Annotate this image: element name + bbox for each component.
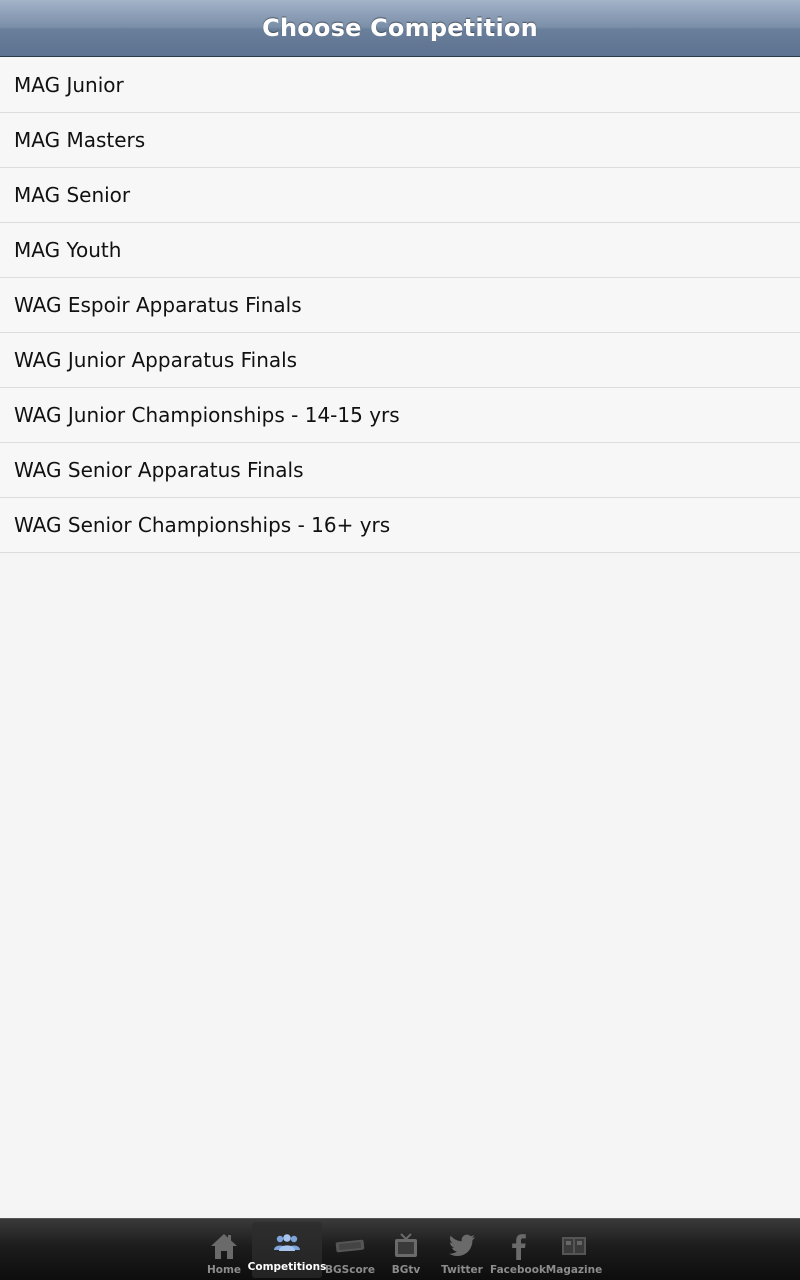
tab-label: Twitter <box>441 1264 483 1276</box>
people-icon <box>270 1228 304 1258</box>
tab-facebook[interactable]: Facebook <box>490 1219 546 1280</box>
scoreboard-icon <box>333 1231 367 1261</box>
tab-magazine[interactable]: Magazine <box>546 1219 602 1280</box>
list-item-mag-senior[interactable]: MAG Senior <box>0 168 800 223</box>
facebook-icon <box>501 1231 535 1261</box>
tab-label: BGtv <box>391 1264 421 1276</box>
tab-home[interactable]: Home <box>196 1219 252 1280</box>
list-item-label: MAG Youth <box>14 238 122 262</box>
tab-label: Facebook <box>490 1264 546 1276</box>
list-item-wag-senior-apparatus-finals[interactable]: WAG Senior Apparatus Finals <box>0 443 800 498</box>
list-item-label: WAG Junior Apparatus Finals <box>14 348 298 372</box>
list-item-mag-masters[interactable]: MAG Masters <box>0 113 800 168</box>
magazine-icon <box>557 1231 591 1261</box>
list-item-label: WAG Senior Championships - 16+ yrs <box>14 513 391 537</box>
tab-competitions[interactable]: Competitions <box>248 1222 326 1278</box>
page-title: Choose Competition <box>262 14 538 42</box>
twitter-bird-icon <box>445 1231 479 1261</box>
list-item-mag-junior[interactable]: MAG Junior <box>0 58 800 113</box>
tab-label: Competitions <box>247 1261 327 1273</box>
list-item-mag-youth[interactable]: MAG Youth <box>0 223 800 278</box>
list-item-label: WAG Espoir Apparatus Finals <box>14 293 302 317</box>
list-item-wag-junior-championships[interactable]: WAG Junior Championships - 14-15 yrs <box>0 388 800 443</box>
tv-icon <box>389 1231 423 1261</box>
navigation-bar: Choose Competition <box>0 0 800 57</box>
tab-twitter[interactable]: Twitter <box>434 1219 490 1280</box>
list-item-label: WAG Senior Apparatus Finals <box>14 458 304 482</box>
tab-bgscore[interactable]: BGScore <box>322 1219 378 1280</box>
tab-bgtv[interactable]: BGtv <box>378 1219 434 1280</box>
list-item-wag-senior-championships[interactable]: WAG Senior Championships - 16+ yrs <box>0 498 800 553</box>
tab-label: Home <box>206 1264 242 1276</box>
list-item-wag-espoir-apparatus-finals[interactable]: WAG Espoir Apparatus Finals <box>0 278 800 333</box>
list-item-label: WAG Junior Championships - 14-15 yrs <box>14 403 400 427</box>
tab-label: BGScore <box>325 1264 375 1276</box>
list-item-label: MAG Masters <box>14 128 146 152</box>
tab-label: Magazine <box>545 1264 603 1276</box>
app-window: Choose Competition MAG Junior MAG Master… <box>0 0 800 1280</box>
list-item-label: MAG Senior <box>14 183 131 207</box>
competition-list: MAG Junior MAG Masters MAG Senior MAG Yo… <box>0 58 800 553</box>
home-icon <box>207 1231 241 1261</box>
list-item-label: MAG Junior <box>14 73 124 97</box>
tab-bar: Home Competitions BGScore BGtv Twitter F… <box>0 1218 800 1280</box>
list-item-wag-junior-apparatus-finals[interactable]: WAG Junior Apparatus Finals <box>0 333 800 388</box>
